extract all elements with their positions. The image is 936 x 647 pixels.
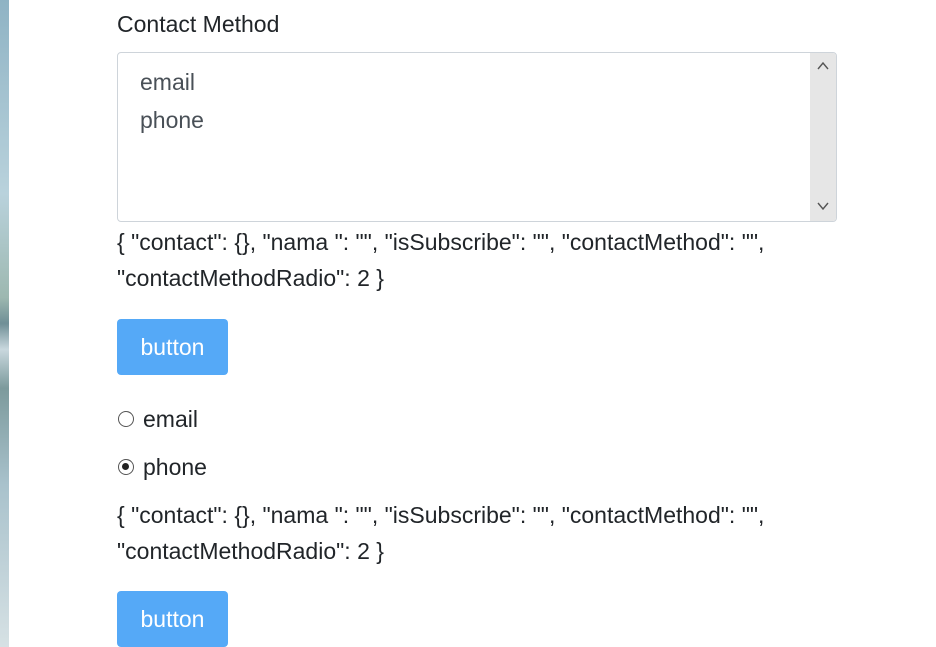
radio-phone-label[interactable]: phone	[143, 452, 207, 482]
radio-email-label[interactable]: email	[143, 404, 198, 434]
listbox-option-phone[interactable]: phone	[140, 105, 204, 135]
submit-button-1[interactable]: button	[117, 319, 228, 375]
json-output-radio: { "contact": {}, "nama ": "", "isSubscri…	[117, 502, 765, 564]
background-window-edge	[0, 0, 9, 647]
radio-phone-circle[interactable]	[118, 459, 134, 475]
radio-option-email[interactable]: email	[117, 404, 198, 434]
json-output-listbox: { "contact": {}, "nama ": "", "isSubscri…	[117, 229, 765, 291]
chevron-up-icon[interactable]	[816, 59, 830, 73]
listbox-scrollbar[interactable]	[810, 53, 836, 221]
contact-method-label: Contact Method	[117, 11, 280, 37]
submit-button-2[interactable]: button	[117, 591, 228, 647]
chevron-down-icon[interactable]	[816, 199, 830, 213]
contact-method-listbox[interactable]: email phone	[117, 52, 837, 222]
listbox-option-email[interactable]: email	[140, 67, 195, 97]
radio-email-circle[interactable]	[118, 411, 134, 427]
radio-option-phone[interactable]: phone	[117, 452, 207, 482]
